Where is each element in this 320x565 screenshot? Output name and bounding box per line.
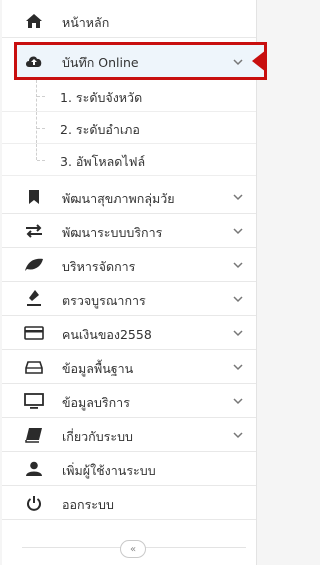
chevron-down-icon <box>233 194 243 201</box>
chevron-down-icon <box>233 398 243 405</box>
credit-card-icon <box>24 324 44 342</box>
tree-line <box>36 144 38 160</box>
tree-tick <box>37 95 45 97</box>
submenu-item-upload[interactable]: 3. อัพโหลดไฟล์ <box>2 144 256 176</box>
monitor-icon <box>24 392 44 410</box>
chevron-down-icon <box>233 296 243 303</box>
menu-item-add-user[interactable]: เพิ่มผู้ใช้งานระบบ <box>2 452 256 486</box>
chevron-down-icon <box>233 262 243 269</box>
chevron-down-icon <box>233 432 243 439</box>
submenu-item-province[interactable]: 1. ระดับจังหวัด <box>2 80 256 112</box>
home-icon <box>24 12 44 30</box>
chevron-down-icon <box>233 228 243 235</box>
menu-item-integrated-inspection[interactable]: ตรวจบูรณาการ <box>2 282 256 316</box>
cloud-upload-icon <box>24 52 44 70</box>
menu-item-record-online[interactable]: บันทึก Online <box>2 42 256 80</box>
double-chevron-left-icon: « <box>129 543 137 555</box>
menu-label-basic-data: ข้อมูลพื้นฐาน <box>62 361 134 376</box>
pen-icon <box>24 289 44 307</box>
menu-item-basic-data[interactable]: ข้อมูลพื้นฐาน <box>2 350 256 384</box>
tree-tick <box>37 127 45 129</box>
submenu-label-province: 1. ระดับจังหวัด <box>60 90 143 105</box>
power-icon <box>24 494 44 512</box>
drive-icon <box>24 358 44 376</box>
bookmark-icon <box>24 188 44 206</box>
exchange-icon <box>24 222 44 240</box>
chevron-down-icon <box>233 364 243 371</box>
sidebar-menu: หน้าหลัก บันทึก Online 1. ระดับจังหวัด 2… <box>2 0 267 565</box>
menu-label-management: บริหารจัดการ <box>62 259 136 274</box>
leaf-icon <box>24 256 44 274</box>
submenu-label-district: 2. ระดับอำเภอ <box>60 122 140 137</box>
menu-label-about-system: เกี่ยวกับระบบ <box>62 429 133 444</box>
chevron-down-icon <box>233 330 243 337</box>
submenu-label-upload: 3. อัพโหลดไฟล์ <box>60 154 146 169</box>
user-icon <box>24 460 44 478</box>
menu-item-service-data[interactable]: ข้อมูลบริการ <box>2 384 256 418</box>
menu-label-home: หน้าหลัก <box>62 15 110 30</box>
menu-label-service-data: ข้อมูลบริการ <box>62 395 130 410</box>
menu-label-logout: ออกระบบ <box>62 497 114 512</box>
menu-label-integrated-inspection: ตรวจบูรณาการ <box>62 293 146 308</box>
menu-label-service-system: พัฒนาระบบบริการ <box>62 225 163 240</box>
chevron-down-icon <box>233 59 243 66</box>
submenu-item-district[interactable]: 2. ระดับอำเภอ <box>2 112 256 144</box>
menu-label-add-user: เพิ่มผู้ใช้งานระบบ <box>62 463 156 478</box>
menu-item-about-system[interactable]: เกี่ยวกับระบบ <box>2 418 256 452</box>
sidebar-collapse-button[interactable]: « <box>120 540 146 558</box>
menu-item-home[interactable]: หน้าหลัก <box>2 4 256 38</box>
menu-label-budget-2558: คนเงินของ2558 <box>62 327 152 342</box>
menu-item-management[interactable]: บริหารจัดการ <box>2 248 256 282</box>
book-icon <box>24 426 44 444</box>
menu-label-age-health: พัฒนาสุขภาพกลุ่มวัย <box>62 191 175 206</box>
red-arrow-pointer <box>252 50 266 72</box>
tree-tick <box>37 159 45 161</box>
menu-label-record-online: บันทึก Online <box>62 55 139 70</box>
menu-item-age-health[interactable]: พัฒนาสุขภาพกลุ่มวัย <box>2 180 256 214</box>
menu-item-budget-2558[interactable]: คนเงินของ2558 <box>2 316 256 350</box>
menu-item-service-system[interactable]: พัฒนาระบบบริการ <box>2 214 256 248</box>
menu-item-logout[interactable]: ออกระบบ <box>2 486 256 520</box>
